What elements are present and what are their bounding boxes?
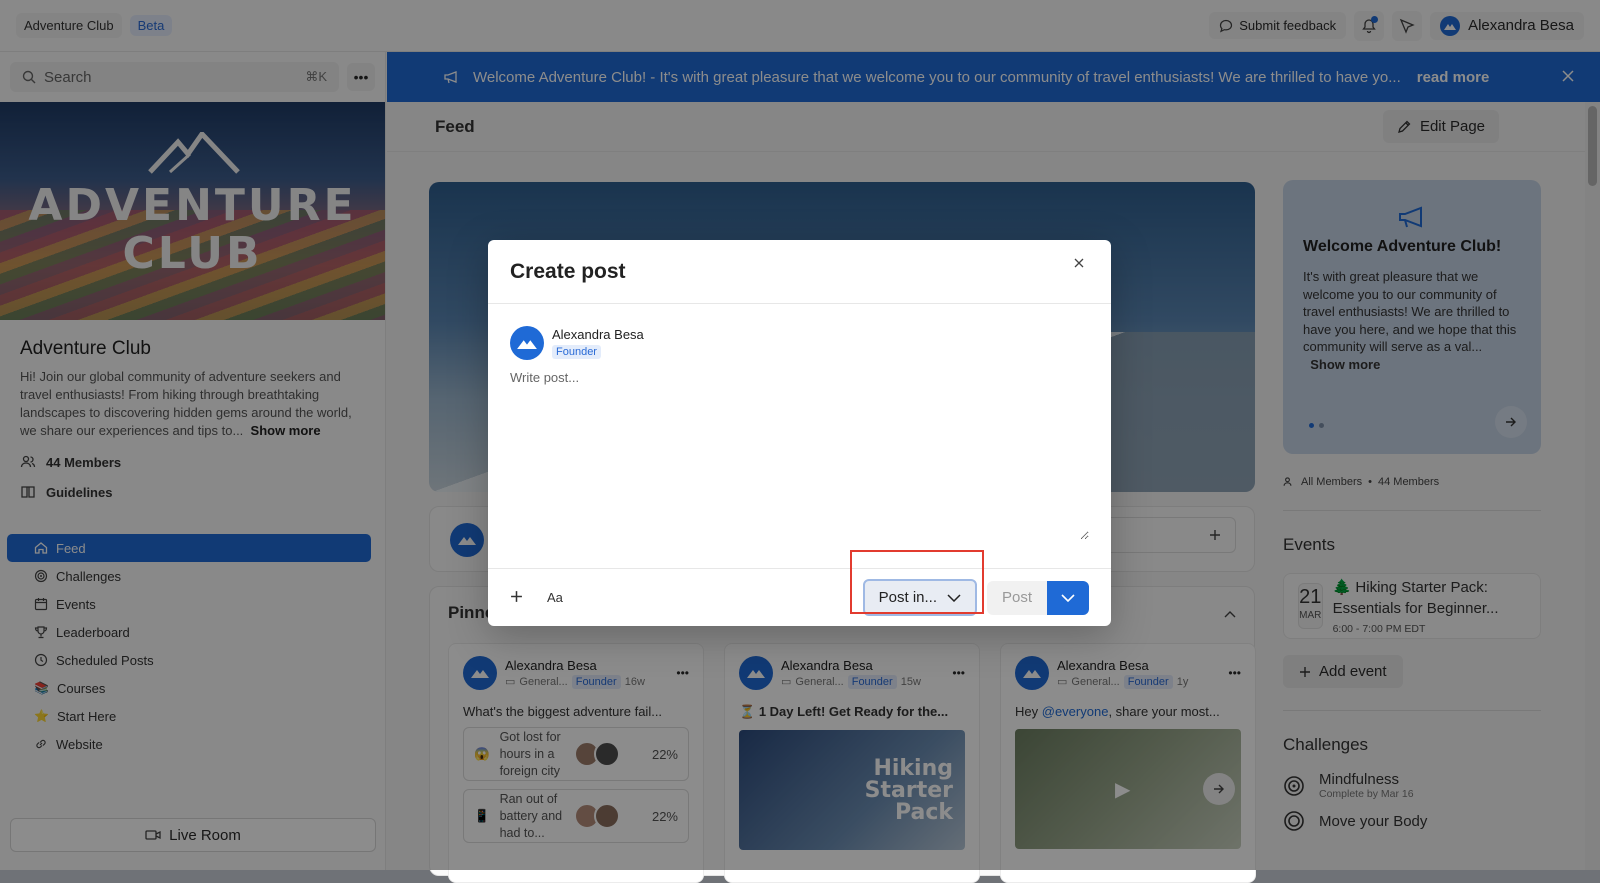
post-author-row: Alexandra Besa Founder <box>510 326 1089 360</box>
plus-icon <box>511 590 522 602</box>
dialog-body: Alexandra Besa Founder <box>488 304 1111 568</box>
author-name: Alexandra Besa <box>552 326 644 342</box>
role-badge: Founder <box>552 344 601 359</box>
dialog-header: Create post <box>488 240 1111 304</box>
close-dialog-button[interactable] <box>1069 253 1089 273</box>
create-post-dialog: Create post Alexandra Besa Founder Aa Po… <box>488 240 1111 626</box>
dialog-title: Create post <box>510 259 626 283</box>
post-in-dropdown[interactable]: Post in... <box>849 550 984 616</box>
chevron-down-icon <box>1061 593 1075 602</box>
post-options-button[interactable] <box>1047 580 1089 615</box>
highlight-box <box>849 550 984 614</box>
add-attachment-button[interactable] <box>510 590 523 606</box>
avatar <box>510 326 544 360</box>
dialog-footer: Aa Post in... Post <box>488 550 1111 626</box>
mountain-logo-icon <box>517 339 537 349</box>
text-format-button[interactable]: Aa <box>547 590 563 605</box>
close-icon <box>1074 258 1084 267</box>
post-button[interactable]: Post <box>987 580 1047 615</box>
post-body-input[interactable] <box>510 370 1089 540</box>
